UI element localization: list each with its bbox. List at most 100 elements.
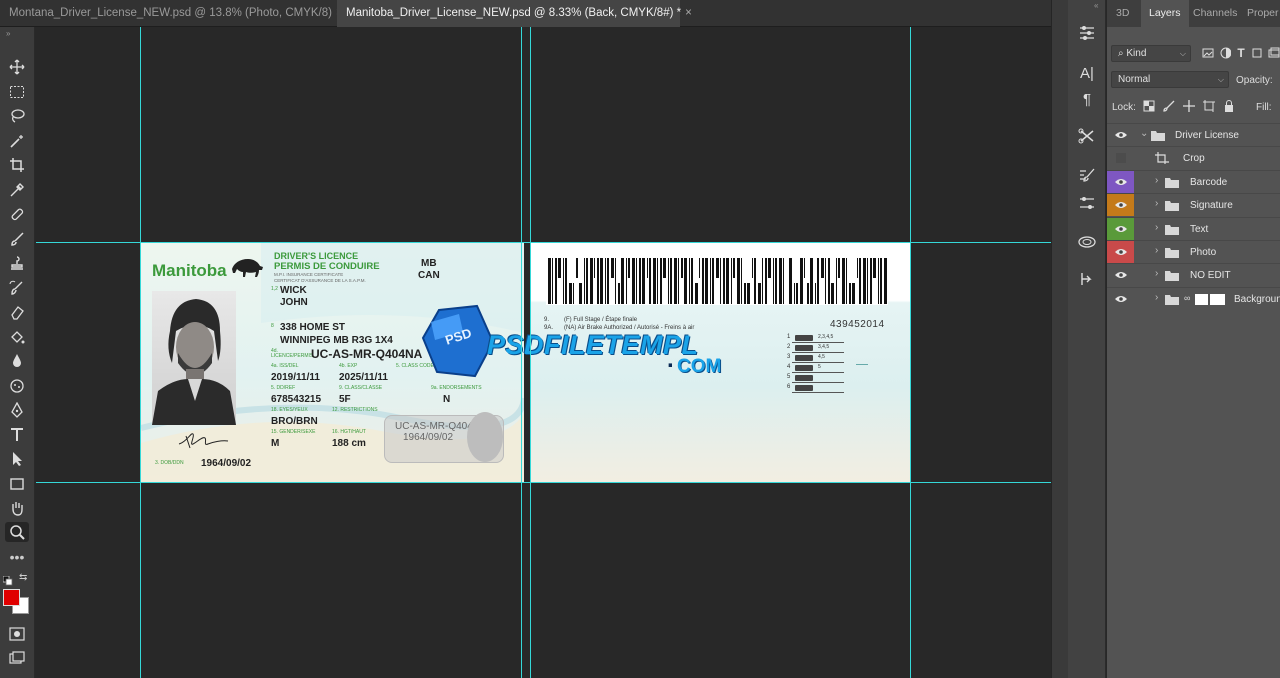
- adjustments-panel-icon[interactable]: [1075, 192, 1099, 214]
- kind-filter-select[interactable]: ⌕ Kind ⌵: [1111, 45, 1191, 62]
- eraser-tool-icon[interactable]: [5, 302, 29, 322]
- group-collapsed-chevron-icon[interactable]: ›: [1155, 175, 1158, 186]
- kind-filter-label: Kind: [1126, 48, 1147, 59]
- guide-horizontal-2[interactable]: [36, 482, 1051, 483]
- pen-tool-icon[interactable]: [5, 400, 29, 420]
- layer-row[interactable]: › ∞ Background: [1107, 286, 1280, 310]
- filter-pixel-icon[interactable]: [1202, 47, 1214, 59]
- group-collapsed-chevron-icon[interactable]: ›: [1155, 292, 1158, 303]
- sex-value: M: [271, 438, 280, 449]
- lock-transparent-icon[interactable]: [1143, 100, 1155, 112]
- collapse-dock-icon[interactable]: «: [1094, 1, 1098, 10]
- guide-vertical-2[interactable]: [521, 27, 522, 678]
- default-colors-icon[interactable]: [2, 573, 13, 586]
- tab-properties[interactable]: Proper: [1239, 0, 1280, 27]
- rectangle-tool-icon[interactable]: [5, 474, 29, 494]
- layer-visibility-eye-icon[interactable]: [1107, 217, 1134, 240]
- layer-visibility-eye-icon[interactable]: [1107, 124, 1134, 146]
- tab-manitoba[interactable]: Manitoba_Driver_License_NEW.psd @ 8.33% …: [337, 0, 692, 27]
- brushes-panel-icon[interactable]: [1075, 164, 1099, 186]
- tab-channels[interactable]: Channels: [1185, 0, 1245, 27]
- layer-thumbnail[interactable]: [1210, 293, 1225, 305]
- libraries-panel-icon[interactable]: [1075, 230, 1099, 252]
- folder-icon: [1151, 131, 1165, 141]
- layer-visibility-eye-icon[interactable]: [1107, 194, 1134, 217]
- tab-montana[interactable]: Montana_Driver_License_NEW.psd @ 13.8% (…: [0, 0, 343, 27]
- lock-position-icon[interactable]: [1183, 100, 1195, 112]
- expiry-date: 2025/11/11: [339, 372, 388, 383]
- properties-panel-icon[interactable]: [1075, 22, 1099, 44]
- layer-visibility-eye-icon[interactable]: [1107, 241, 1134, 263]
- path-selection-icon[interactable]: [5, 449, 29, 469]
- eyedropper-icon[interactable]: [5, 180, 29, 200]
- vehicle-class-codes: 2,3,4,5: [818, 334, 834, 340]
- dock-collapse-strip[interactable]: [1051, 0, 1068, 678]
- tab-layers[interactable]: Layers: [1141, 0, 1189, 27]
- crop-tool-icon[interactable]: [5, 155, 29, 175]
- hand-tool-icon[interactable]: [5, 498, 29, 518]
- layer-row[interactable]: Crop: [1107, 146, 1280, 169]
- lock-artboard-icon[interactable]: [1203, 100, 1215, 112]
- class-f-text: (F) Full Stage / Étape finale: [564, 317, 638, 323]
- tab-3d[interactable]: 3D: [1108, 0, 1137, 27]
- group-collapsed-chevron-icon[interactable]: ›: [1155, 268, 1158, 279]
- guide-horizontal-1[interactable]: [36, 242, 1051, 243]
- tool-presets-icon[interactable]: [1075, 125, 1099, 147]
- layer-row[interactable]: › Signature: [1107, 193, 1280, 217]
- layer-row[interactable]: › Photo: [1107, 240, 1280, 263]
- lock-image-icon[interactable]: [1163, 100, 1175, 112]
- guide-vertical-1[interactable]: [140, 27, 141, 678]
- quick-mask-icon[interactable]: [5, 624, 29, 644]
- tab-manitoba-close-icon[interactable]: ×: [685, 7, 692, 19]
- type-tool-icon[interactable]: [5, 425, 29, 445]
- layer-row[interactable]: › NO EDIT: [1107, 263, 1280, 286]
- layer-visibility-eye-icon[interactable]: [1107, 264, 1134, 286]
- move-tool-icon[interactable]: [5, 57, 29, 77]
- lasso-tool-icon[interactable]: [5, 106, 29, 126]
- layer-row[interactable]: › Barcode: [1107, 169, 1280, 193]
- healing-brush-icon[interactable]: [5, 204, 29, 224]
- group-collapsed-chevron-icon[interactable]: ›: [1155, 245, 1158, 256]
- last-name: WICK: [280, 285, 307, 296]
- layer-visibility-eye-icon[interactable]: [1107, 147, 1134, 169]
- layer-visibility-eye-icon[interactable]: [1107, 288, 1134, 310]
- marquee-tool-icon[interactable]: [5, 82, 29, 102]
- sponge-tool-icon[interactable]: [5, 376, 29, 396]
- magic-wand-icon[interactable]: [5, 131, 29, 151]
- clone-stamp-icon[interactable]: [5, 253, 29, 273]
- group-collapsed-chevron-icon[interactable]: ›: [1155, 222, 1158, 233]
- address-line-2: WINNIPEG MB R3G 1X4: [280, 335, 393, 346]
- height-value: 188 cm: [332, 438, 366, 449]
- paint-bucket-icon[interactable]: [5, 327, 29, 347]
- character-panel-icon[interactable]: A|: [1075, 62, 1099, 84]
- screen-mode-icon[interactable]: [5, 648, 29, 668]
- filter-smart-object-icon[interactable]: [1268, 47, 1280, 59]
- blend-mode-select[interactable]: Normal ⌵: [1111, 71, 1229, 88]
- paragraph-panel-icon[interactable]: ¶: [1075, 88, 1099, 110]
- group-expanded-chevron-icon[interactable]: ⌄: [1140, 128, 1148, 139]
- more-tools-icon[interactable]: •••: [5, 547, 29, 567]
- history-panel-icon[interactable]: [1075, 268, 1099, 290]
- guide-vertical-4[interactable]: [910, 27, 911, 678]
- group-collapsed-chevron-icon[interactable]: ›: [1155, 198, 1158, 209]
- foreground-color-swatch[interactable]: [3, 589, 20, 606]
- filter-type-icon[interactable]: T: [1237, 47, 1244, 61]
- brush-tool-icon[interactable]: [5, 229, 29, 249]
- layer-mask-thumbnail[interactable]: [1195, 293, 1208, 305]
- document-canvas[interactable]: Manitoba DRIVER'S LICENCE PERMIS DE COND…: [36, 27, 1051, 678]
- zoom-tool-icon[interactable]: [5, 522, 29, 542]
- history-brush-icon[interactable]: [5, 278, 29, 298]
- collapse-toolbar-icon[interactable]: »: [6, 29, 10, 38]
- layer-mask-link-icon[interactable]: ∞: [1184, 293, 1190, 303]
- guide-vertical-3[interactable]: [530, 27, 531, 678]
- filter-shape-icon[interactable]: [1251, 47, 1263, 59]
- blur-tool-icon[interactable]: [5, 351, 29, 371]
- lock-all-icon[interactable]: [1223, 100, 1235, 112]
- blend-dropdown-chevron-icon: ⌵: [1217, 75, 1224, 84]
- swap-colors-icon[interactable]: ⇆: [19, 572, 27, 583]
- layer-row[interactable]: ⌄ Driver License: [1107, 123, 1280, 146]
- filter-adjustment-icon[interactable]: [1220, 47, 1232, 59]
- layer-visibility-eye-icon[interactable]: [1107, 170, 1134, 193]
- sex-label: 15. GENDER/SEXE: [271, 429, 316, 435]
- layer-row[interactable]: › Text: [1107, 216, 1280, 240]
